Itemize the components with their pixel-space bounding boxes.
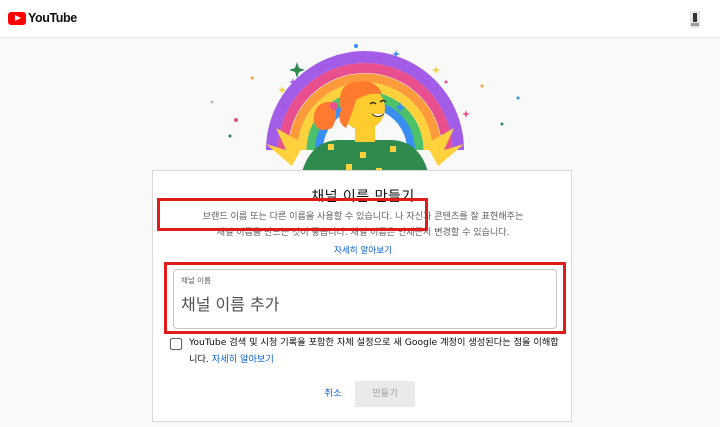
learn-more-link[interactable]: 자세히 알아보기 (153, 244, 573, 256)
rainbow-illustration (210, 44, 520, 180)
logo-text: YouTube (28, 11, 77, 25)
create-button[interactable]: 만들기 (355, 381, 415, 407)
cancel-button[interactable]: 취소 (313, 381, 353, 407)
annotation-highlight-name-field (164, 262, 566, 334)
consent-learn-more-link[interactable]: 자세히 알아보기 (212, 354, 274, 365)
consent-checkbox[interactable] (170, 338, 182, 350)
consent-text: YouTube 검색 및 시청 기록을 포함한 자체 설정으로 새 Google… (189, 334, 565, 368)
top-bar: YouTube (0, 0, 720, 38)
youtube-logo[interactable]: YouTube (8, 10, 77, 26)
youtube-logo-icon (8, 11, 26, 25)
account-icon[interactable] (689, 11, 701, 28)
annotation-highlight-description (157, 198, 428, 231)
